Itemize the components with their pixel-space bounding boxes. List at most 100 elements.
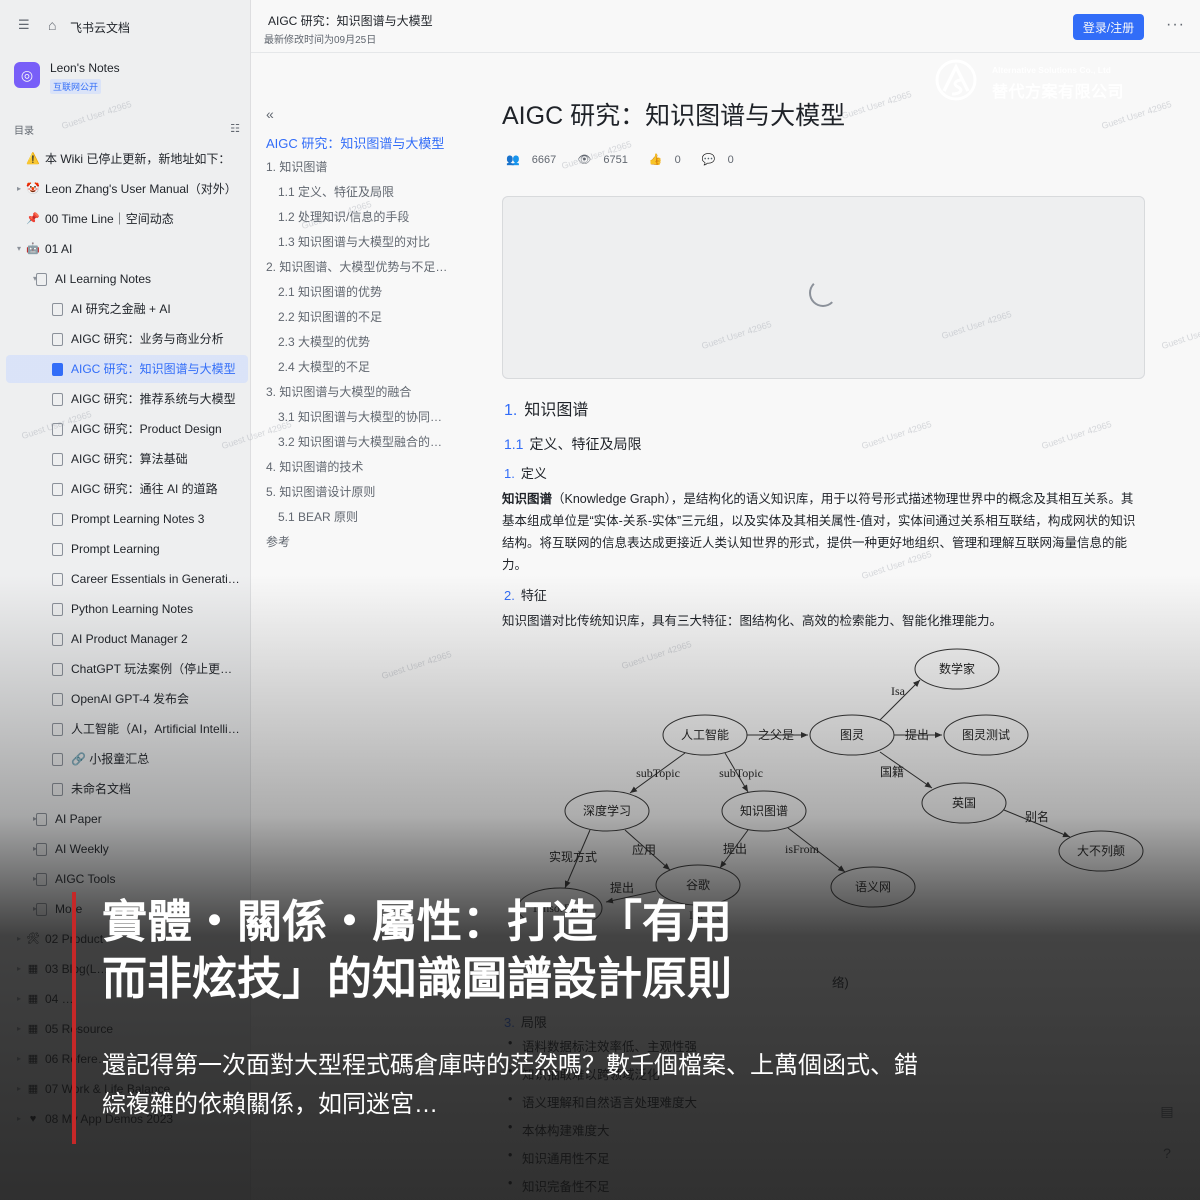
svg-text:人工智能: 人工智能 [681,727,729,742]
sidebar-item[interactable]: ▸ AI Weekly [6,835,248,863]
outline-item[interactable]: 5.1 BEAR 原则 [278,508,463,525]
edge-label: subTopic [636,766,680,780]
outline-item[interactable]: 2.1 知识图谱的优势 [278,283,463,300]
svg-text:知识图谱: 知识图谱 [740,804,788,818]
comments-stat[interactable]: 💬 0 [702,154,743,166]
outline-item[interactable]: AIGC 研究：知识图谱与大模型 [266,133,451,152]
document-icon [52,453,63,466]
sidebar-item[interactable]: ▾ 🤖 01 AI [6,235,248,263]
sidebar-item[interactable]: AIGC 研究：算法基础 [6,445,248,473]
outline-item[interactable]: 3. 知识图谱与大模型的融合 [266,383,451,400]
sidebar-item-label: AI Product Manager 2 [71,632,188,646]
outline-item[interactable]: 5. 知识图谱设计原则 [266,483,451,500]
expand-arrow-icon[interactable]: ▸ [14,985,24,1013]
home-icon[interactable]: ⌂ [48,17,64,33]
excerpt-line: 綜複雜的依賴關係，如同迷宮… [102,1091,438,1118]
graph-node: 人工智能 [662,714,748,756]
likes-stat[interactable]: 👍 0 [649,154,690,166]
sidebar-item-label: 本 Wiki 已停止更新，新地址如下： [45,152,231,166]
subheading-features: 2. 特征 [504,588,547,603]
expand-arrow-icon[interactable]: ▾ [14,235,24,263]
emoji-icon: ▦ [27,1083,39,1095]
app-name[interactable]: 飞书云文档 [70,19,130,36]
sidebar-item[interactable]: 🔗 小报童汇总 [6,745,248,773]
outline-item[interactable]: 1.3 知识图谱与大模型的对比 [278,233,463,250]
users-icon: 👥 [506,154,520,166]
eye-icon: 👁 [577,154,592,166]
outline-item[interactable]: 1.2 处理知识/信息的手段 [278,208,463,225]
sidebar-item[interactable]: AIGC 研究：知识图谱与大模型 [6,355,248,383]
emoji-icon: ▦ [27,1053,39,1065]
expand-arrow-icon[interactable]: ▸ [14,175,24,203]
views-stat: 👁 6751 [577,154,628,166]
login-register-button[interactable]: 登录/注册 [1073,14,1144,40]
sidebar-item[interactable]: Career Essentials in Generati… [6,565,248,593]
loading-spinner-icon [809,279,837,307]
sidebar-item[interactable]: Prompt Learning [6,535,248,563]
sidebar-item[interactable]: ▸ ▦ 05 Resource [6,1015,248,1043]
help-icon[interactable]: ? [1156,1142,1178,1164]
collapse-sidebar-icon[interactable]: ☰ [18,18,34,32]
outline-item[interactable]: 3.1 知识图谱与大模型的协同… [278,408,463,425]
toc-list-toggle-icon[interactable]: ☷ [230,122,240,135]
sidebar-item-label: Prompt Learning Notes 3 [71,512,205,526]
heading-knowledge-graph: 1. 知识图谱 [504,402,589,419]
sidebar-item[interactable]: ▸ AI Paper [6,805,248,833]
expand-arrow-icon[interactable]: ▸ [14,1105,24,1133]
outline-item[interactable]: 4. 知识图谱的技术 [266,458,451,475]
sidebar-item[interactable]: AIGC 研究：推荐系统与大模型 [6,385,248,413]
document-icon [36,813,47,826]
outline-item[interactable]: 1.1 定义、特征及局限 [278,183,463,200]
outline-item[interactable]: 2. 知识图谱、大模型优势与不足… [266,258,451,275]
sidebar-item[interactable]: AI Product Manager 2 [6,625,248,653]
sidebar-item-label: Leon Zhang's User Manual（对外） [45,182,237,196]
svg-text:大不列颠: 大不列颠 [1077,843,1125,858]
doc-info-icon[interactable]: ▤ [1156,1100,1178,1122]
sidebar-item[interactable]: OpenAI GPT-4 发布会 [6,685,248,713]
expand-arrow-icon[interactable]: ▸ [14,1015,24,1043]
outline-item[interactable]: 参考 [266,533,451,550]
space-header[interactable]: ◎ Leon's Notes 互联网公开 [14,60,234,96]
sidebar-item[interactable]: 未命名文档 [6,775,248,803]
excerpt-line: 還記得第一次面對大型程式碼倉庫時的茫然嗎？數千個檔案、上萬個函式、錯 [102,1052,918,1079]
sidebar-item[interactable]: Prompt Learning Notes 3 [6,505,248,533]
sidebar-item[interactable]: ▸ AIGC Tools [6,865,248,893]
document-icon [52,303,63,316]
sidebar-item[interactable]: 人工智能（AI，Artificial Intelli… [6,715,248,743]
sidebar-item-label: OpenAI GPT-4 发布会 [71,692,190,706]
more-options-icon[interactable]: ··· [1166,16,1185,34]
expand-arrow-icon[interactable]: ▸ [14,1045,24,1073]
collapse-outline-icon[interactable]: « [266,106,274,122]
document-icon [52,333,63,346]
sidebar-item[interactable]: AIGC 研究：业务与商业分析 [6,325,248,353]
sidebar-item[interactable]: ⚠️ 本 Wiki 已停止更新，新地址如下： [6,145,248,173]
edge-label: isFrom [785,842,820,856]
sidebar-item[interactable]: AIGC 研究：Product Design [6,415,248,443]
outline-item[interactable]: 3.2 知识图谱与大模型融合的… [278,433,463,450]
document-icon [52,573,63,586]
svg-text:深度学习: 深度学习 [583,803,631,818]
sidebar-item-label: ChatGPT 玩法案例（停止更… [71,662,233,676]
article-headline: 實體・關係・屬性：打造「有用 而非炫技」的知識圖譜設計原則 [102,893,1002,1007]
sidebar-item[interactable]: 📌 00 Time Line｜空间动态 [6,205,248,233]
sidebar-item[interactable]: ▾ AI Learning Notes [6,265,248,293]
sidebar-item-label: Python Learning Notes [71,602,194,616]
graph-node: 大不列颠 [1058,830,1144,872]
sidebar-item[interactable]: AIGC 研究：通往 AI 的道路 [6,475,248,503]
outline-item[interactable]: 2.2 知识图谱的不足 [278,308,463,325]
sidebar-item[interactable]: Python Learning Notes [6,595,248,623]
sidebar-item[interactable]: ▸ 🤡 Leon Zhang's User Manual（对外） [6,175,248,203]
graph-node: 图灵测试 [943,714,1029,756]
expand-arrow-icon[interactable]: ▸ [14,1075,24,1103]
sidebar-item-label: AIGC 研究：业务与商业分析 [71,332,224,346]
emoji-icon: ♥ [29,1113,37,1125]
outline-item[interactable]: 1. 知识图谱 [266,158,451,175]
svg-text:图灵: 图灵 [840,728,864,742]
expand-arrow-icon[interactable]: ▸ [14,955,24,983]
outline-item[interactable]: 2.3 大模型的优势 [278,333,463,350]
outline-item[interactable]: 2.4 大模型的不足 [278,358,463,375]
document-title: AIGC 研究：知识图谱与大模型 [502,102,846,130]
sidebar-item[interactable]: AI 研究之金融 + AI [6,295,248,323]
expand-arrow-icon[interactable]: ▸ [14,925,24,953]
sidebar-item[interactable]: ChatGPT 玩法案例（停止更… [6,655,248,683]
